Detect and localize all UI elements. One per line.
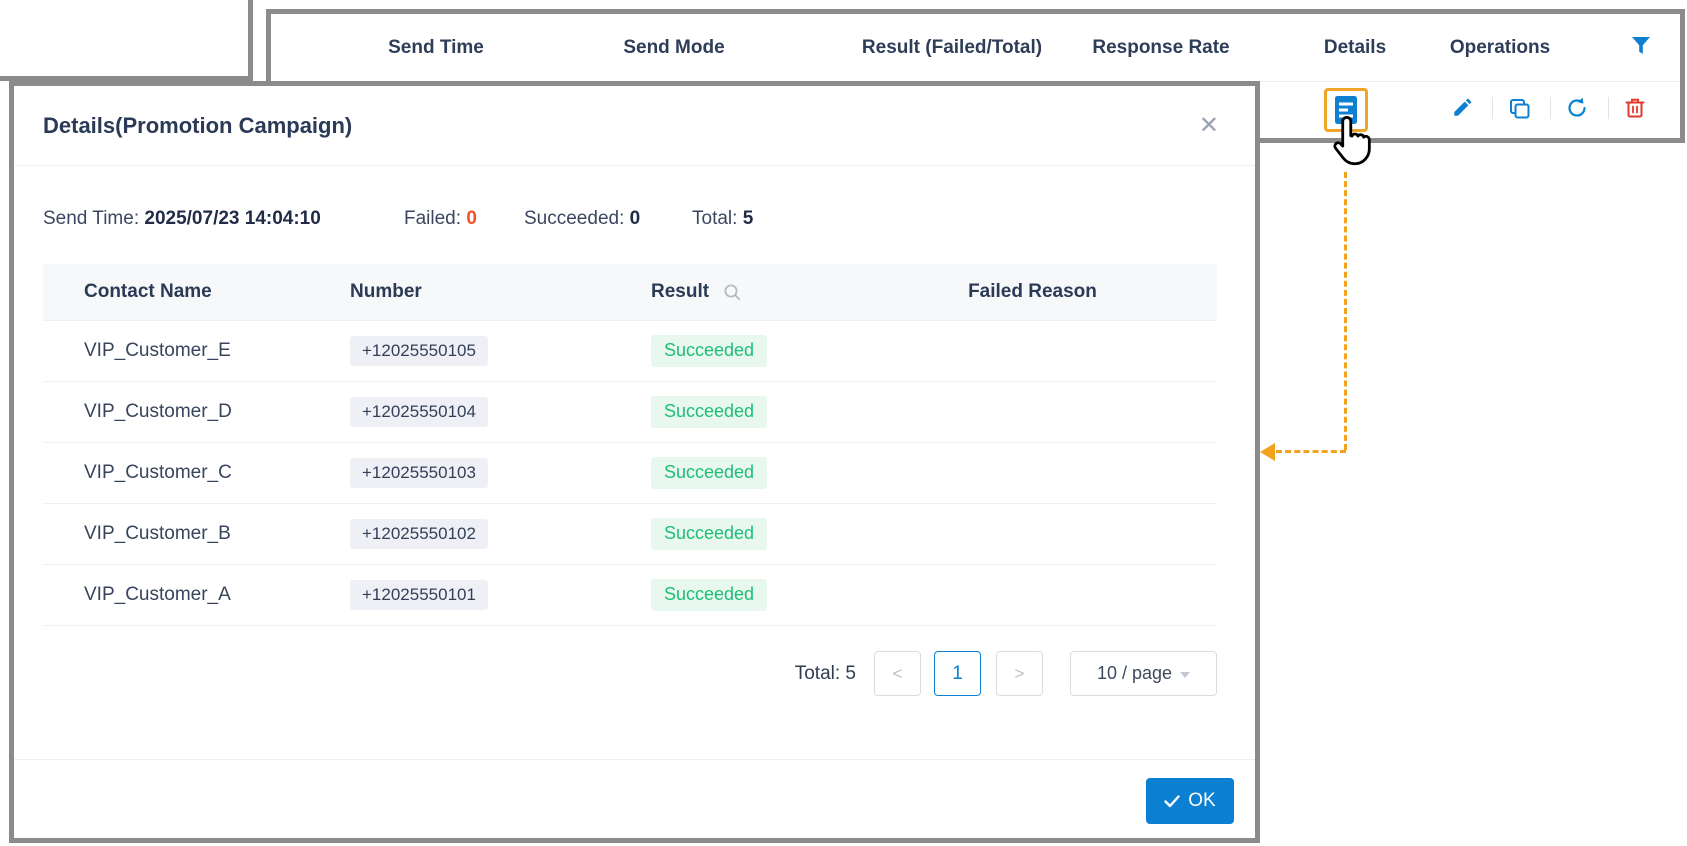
- page-number-button[interactable]: 1: [934, 651, 981, 696]
- contacts-table-header: Contact Name Number Result Failed Reason: [43, 264, 1217, 320]
- chevron-left-icon: <: [893, 664, 903, 684]
- column-header-details: Details: [1324, 14, 1386, 81]
- total-label: Total:: [692, 208, 737, 229]
- send-time-value: 2025/07/23 14:04:10: [144, 208, 320, 229]
- contacts-table: Contact Name Number Result Failed Reason…: [43, 264, 1217, 626]
- prev-page-button[interactable]: <: [874, 651, 921, 696]
- succeeded-label: Succeeded:: [524, 208, 624, 229]
- background-window-corner: [0, 0, 253, 81]
- number-chip: +12025550104: [350, 397, 488, 428]
- column-header-send-time: Send Time: [388, 14, 484, 81]
- header-result-label: Result: [651, 281, 709, 303]
- ok-label: OK: [1188, 790, 1215, 812]
- footer-divider: [14, 759, 1255, 760]
- column-header-send-mode: Send Mode: [623, 14, 724, 81]
- result-badge: Succeeded: [651, 457, 767, 489]
- header-contact-name: Contact Name: [43, 281, 308, 303]
- contact-name: VIP_Customer_D: [43, 401, 308, 423]
- table-row: VIP_Customer_E +12025550105 Succeeded: [43, 320, 1217, 381]
- copy-icon[interactable]: [1507, 96, 1531, 120]
- table-row: VIP_Customer_C +12025550103 Succeeded: [43, 442, 1217, 503]
- contact-name: VIP_Customer_A: [43, 584, 308, 606]
- refresh-icon[interactable]: [1565, 96, 1589, 120]
- chevron-right-icon: >: [1015, 664, 1025, 684]
- column-header-response-rate: Response Rate: [1092, 14, 1229, 81]
- total-summary: Total: 5: [692, 204, 753, 234]
- hand-cursor-icon: [1331, 113, 1373, 169]
- header-number: Number: [308, 281, 608, 303]
- succeeded-value: 0: [630, 208, 641, 229]
- search-icon[interactable]: [723, 283, 742, 302]
- succeeded-summary: Succeeded: 0: [524, 204, 640, 234]
- annotation-dashed-line-horizontal: [1276, 450, 1346, 453]
- column-header-result: Result (Failed/Total): [862, 14, 1042, 81]
- details-modal: Details(Promotion Campaign) ✕ Send Time:…: [9, 81, 1260, 843]
- send-time-label: Send Time:: [43, 208, 139, 229]
- failed-summary: Failed: 0: [404, 204, 477, 234]
- send-time-summary: Send Time: 2025/07/23 14:04:10: [43, 204, 321, 234]
- annotation-dashed-line-vertical: [1344, 172, 1347, 450]
- table-row: VIP_Customer_B +12025550102 Succeeded: [43, 503, 1217, 564]
- icon-divider: [1608, 97, 1609, 119]
- delete-trash-icon[interactable]: [1623, 96, 1647, 120]
- chevron-down-icon: [1180, 672, 1190, 678]
- contact-name: VIP_Customer_C: [43, 462, 308, 484]
- ok-button[interactable]: OK: [1146, 778, 1234, 824]
- contact-name: VIP_Customer_B: [43, 523, 308, 545]
- edit-pencil-icon[interactable]: [1450, 96, 1474, 120]
- failed-label: Failed:: [404, 208, 461, 229]
- table-row: VIP_Customer_D +12025550104 Succeeded: [43, 381, 1217, 442]
- icon-divider: [1550, 97, 1551, 119]
- failed-value: 0: [466, 208, 477, 229]
- check-icon: [1164, 795, 1180, 808]
- header-failed-reason: Failed Reason: [908, 281, 1217, 303]
- pagination-total: Total: 5: [795, 663, 856, 685]
- pagination: Total: 5 < 1 > 10 / page: [43, 650, 1217, 697]
- number-chip: +12025550102: [350, 519, 488, 550]
- close-icon[interactable]: ✕: [1199, 86, 1219, 165]
- number-chip: +12025550103: [350, 458, 488, 489]
- modal-header: Details(Promotion Campaign) ✕: [14, 86, 1255, 166]
- icon-divider: [1492, 97, 1493, 119]
- annotation-arrowhead: [1260, 443, 1275, 461]
- filter-funnel-icon[interactable]: [1630, 35, 1652, 57]
- column-header-operations: Operations: [1450, 14, 1550, 81]
- result-badge: Succeeded: [651, 335, 767, 367]
- result-badge: Succeeded: [651, 579, 767, 611]
- page-size-value: 10 / page: [1097, 663, 1172, 684]
- number-chip: +12025550101: [350, 580, 488, 611]
- summary-row: Send Time: 2025/07/23 14:04:10 Failed: 0…: [14, 204, 1255, 234]
- screenshot-canvas: Send Time Send Mode Result (Failed/Total…: [0, 0, 1687, 846]
- result-badge: Succeeded: [651, 518, 767, 550]
- header-result: Result: [608, 281, 908, 303]
- next-page-button[interactable]: >: [996, 651, 1043, 696]
- page-size-select[interactable]: 10 / page: [1070, 651, 1217, 696]
- contact-name: VIP_Customer_E: [43, 340, 308, 362]
- table-row: VIP_Customer_A +12025550101 Succeeded: [43, 564, 1217, 625]
- number-chip: +12025550105: [350, 336, 488, 367]
- modal-title: Details(Promotion Campaign): [43, 86, 352, 165]
- result-badge: Succeeded: [651, 396, 767, 428]
- total-value: 5: [743, 208, 754, 229]
